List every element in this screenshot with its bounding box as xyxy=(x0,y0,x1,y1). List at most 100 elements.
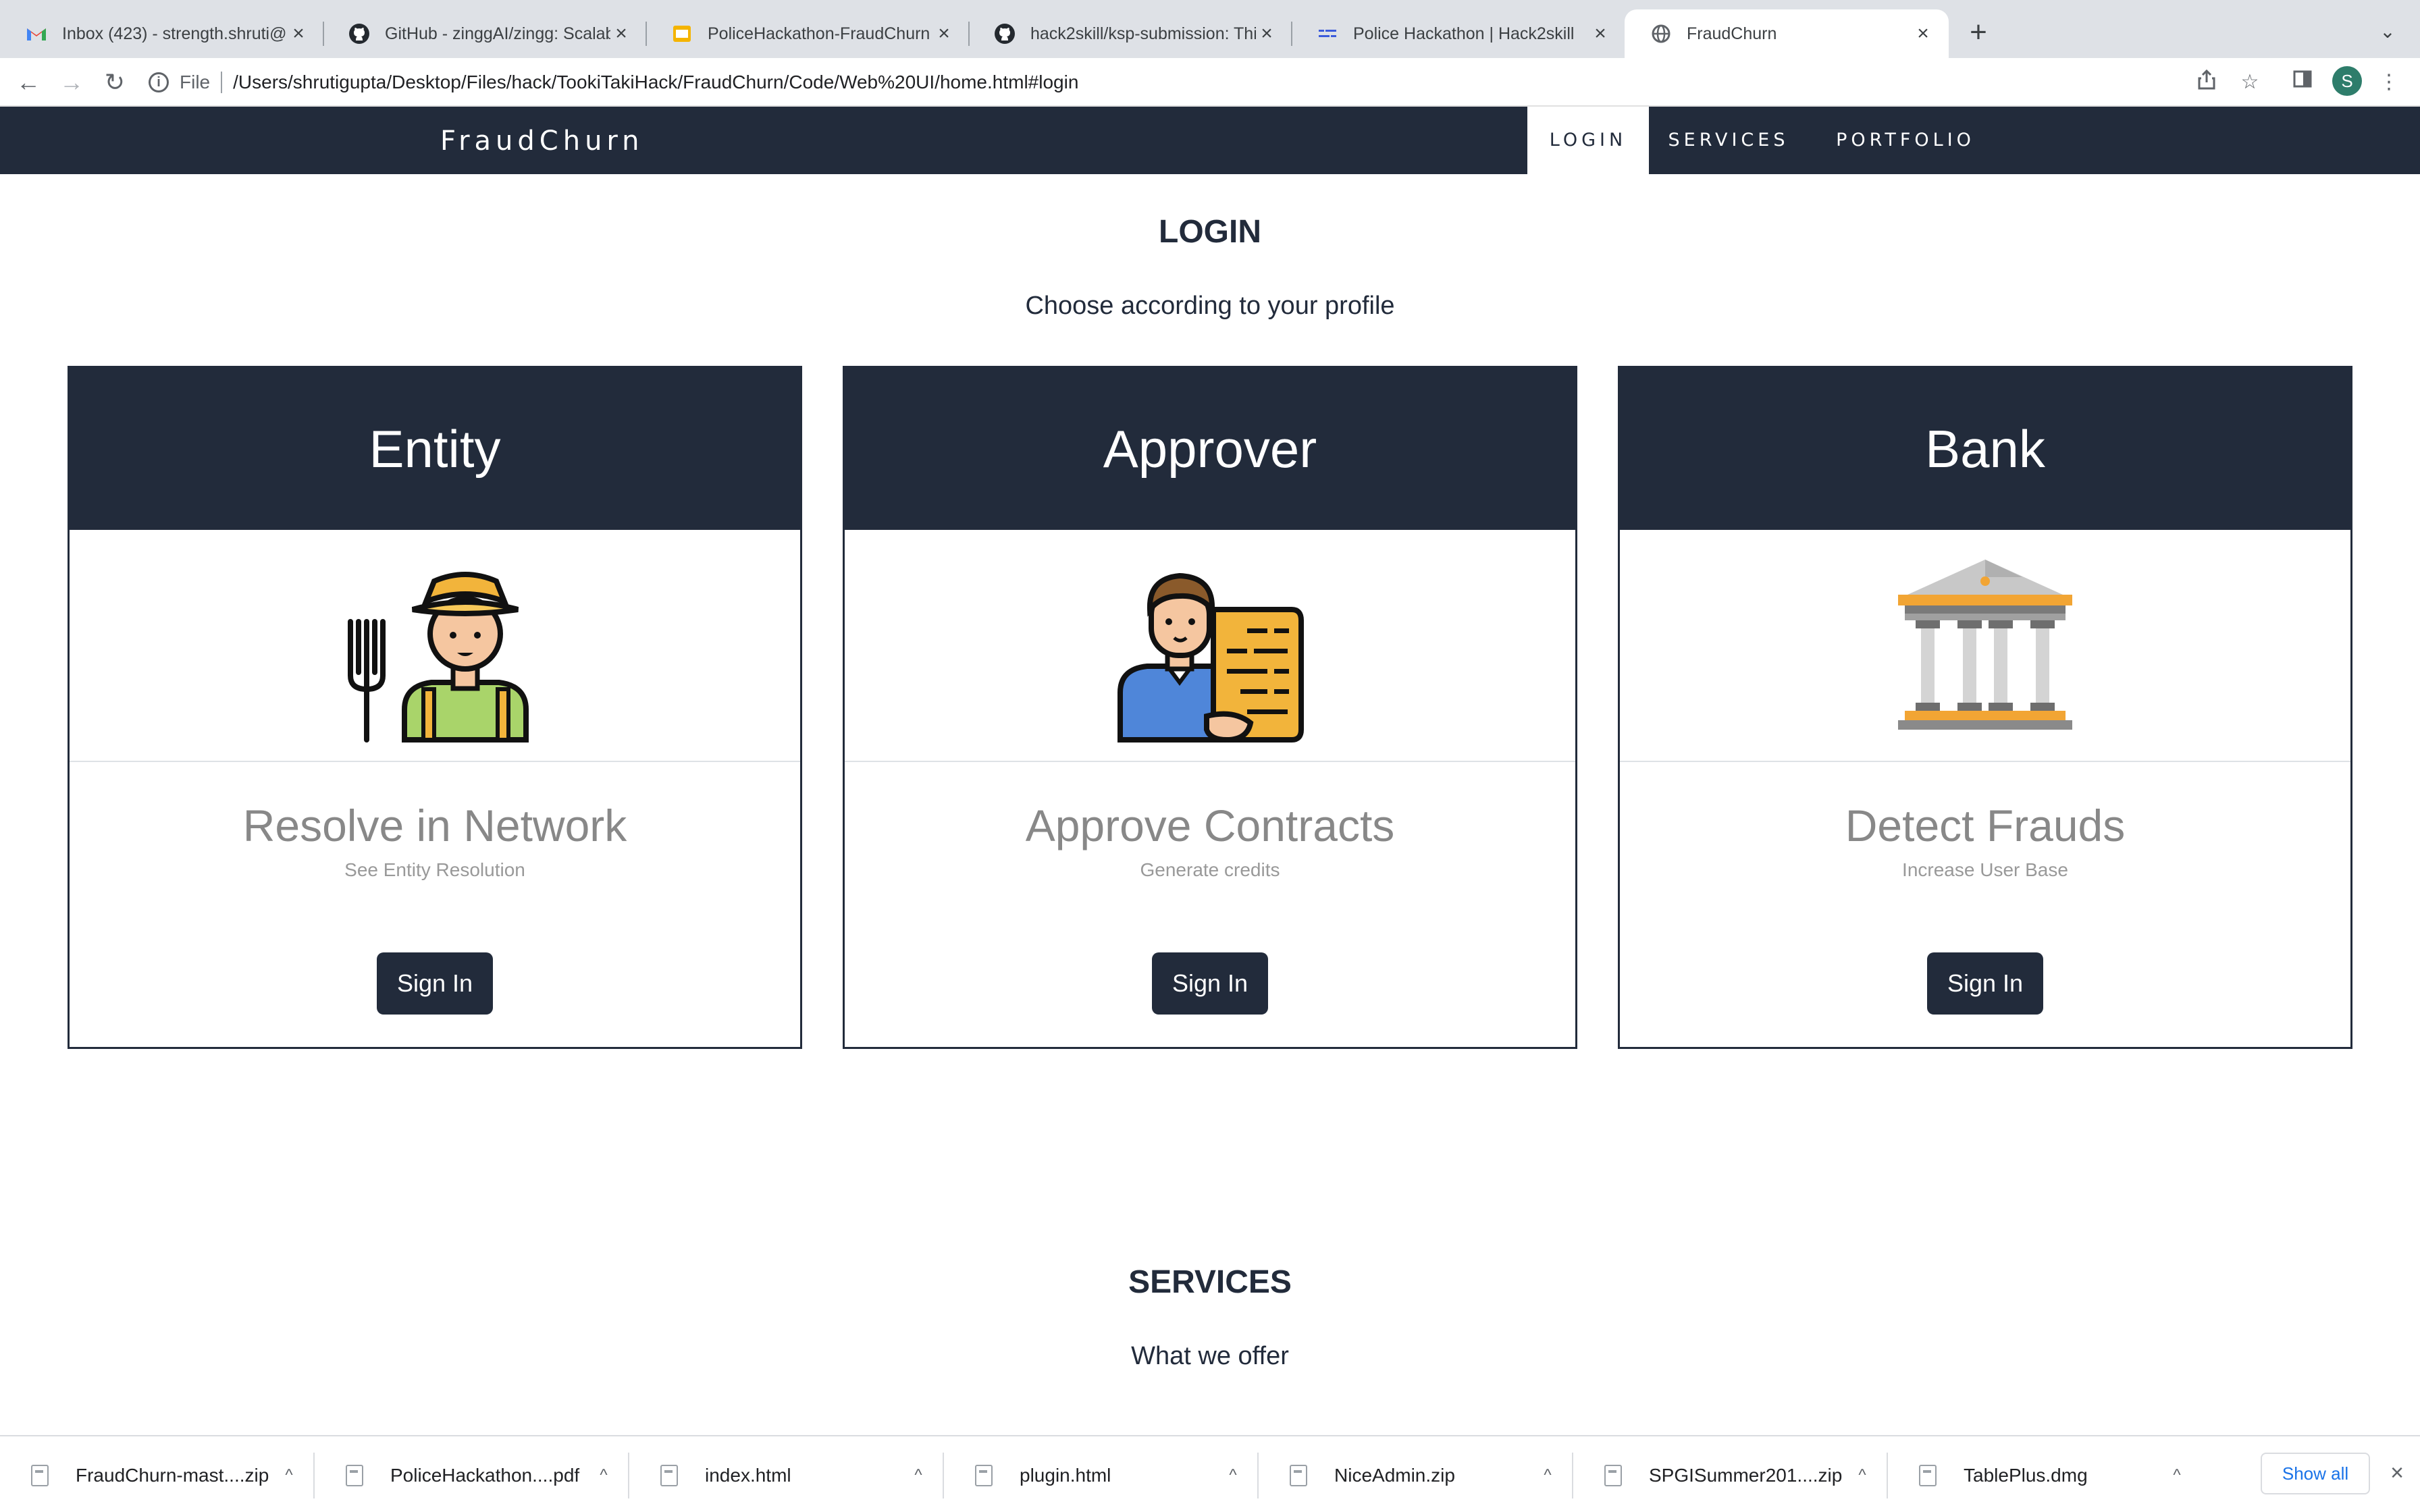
site-navbar: FraudChurn LOGIN SERVICES PORTFOLIO xyxy=(0,107,2420,174)
chevron-up-icon[interactable]: ^ xyxy=(1537,1466,1558,1485)
bank-sign-in-button[interactable]: Sign In xyxy=(1927,952,2043,1015)
chevron-up-icon[interactable]: ^ xyxy=(1851,1466,1873,1485)
address-bar[interactable]: i File /Users/shrutigupta/Desktop/Files/… xyxy=(149,66,2269,99)
approver-card: Approver Approve Contracts Generate cred… xyxy=(843,366,1577,1049)
download-item[interactable]: PoliceHackathon....pdf ^ xyxy=(346,1447,629,1504)
gmail-icon xyxy=(26,23,47,45)
divider xyxy=(1257,1453,1259,1498)
card-image xyxy=(1620,530,2350,762)
download-filename: index.html xyxy=(705,1465,791,1486)
card-header: Bank xyxy=(1620,368,2350,530)
new-tab-icon[interactable]: + xyxy=(1962,18,1995,50)
tab-fraudchurn[interactable]: FraudChurn × xyxy=(1625,9,1949,58)
tab-hack2skill[interactable]: Police Hackathon | Hack2skill × xyxy=(1291,9,1626,58)
download-item[interactable]: FraudChurn-mast....zip ^ xyxy=(31,1447,315,1504)
tab-strip: Inbox (423) - strength.shruti@ × GitHub … xyxy=(0,0,2420,58)
menu-kebab-icon[interactable]: ⋮ xyxy=(2375,69,2402,96)
side-panel-icon[interactable] xyxy=(2289,69,2316,96)
download-item[interactable]: SPGISummer201....zip ^ xyxy=(1604,1447,1888,1504)
scheme-label: File xyxy=(180,72,211,92)
nav-login[interactable]: LOGIN xyxy=(1527,107,1649,174)
zip-file-icon xyxy=(1604,1465,1622,1486)
card-description: Generate credits xyxy=(1140,859,1280,880)
pdf-file-icon xyxy=(346,1465,363,1486)
chevron-up-icon[interactable]: ^ xyxy=(278,1466,300,1485)
entity-sign-in-button[interactable]: Sign In xyxy=(377,952,493,1015)
login-heading: LOGIN xyxy=(1159,214,1261,250)
tab-github-zingg[interactable]: GitHub - zinggAI/zingg: Scalab × xyxy=(323,9,647,58)
close-icon[interactable]: × xyxy=(933,23,955,45)
services-subheading: What we offer xyxy=(1131,1342,1289,1370)
forward-icon[interactable]: → xyxy=(57,68,86,97)
card-header: Approver xyxy=(845,368,1575,530)
html-file-icon xyxy=(975,1465,993,1486)
download-item[interactable]: NiceAdmin.zip ^ xyxy=(1290,1447,1573,1504)
tab-slides[interactable]: PoliceHackathon-FraudChurn × xyxy=(646,9,970,58)
card-title: Detect Frauds xyxy=(1845,801,2126,850)
tab-gmail[interactable]: Inbox (423) - strength.shruti@ × xyxy=(0,9,324,58)
show-all-button[interactable]: Show all xyxy=(2261,1453,2370,1494)
login-subheading: Choose according to your profile xyxy=(1025,292,1395,320)
github-icon xyxy=(994,23,1016,45)
html-file-icon xyxy=(660,1465,678,1486)
divider xyxy=(1572,1453,1573,1498)
farmer-icon xyxy=(348,572,529,742)
nav-portfolio[interactable]: PORTFOLIO xyxy=(1808,107,2003,174)
bookmark-star-icon[interactable]: ☆ xyxy=(2236,69,2263,96)
tab-title: hack2skill/ksp-submission: Thi xyxy=(1030,24,1256,43)
download-filename: PoliceHackathon....pdf xyxy=(390,1465,580,1486)
download-item[interactable]: TablePlus.dmg ^ xyxy=(1919,1447,2188,1504)
reload-icon[interactable]: ↻ xyxy=(100,68,130,97)
hack2skill-icon xyxy=(1317,23,1338,45)
download-filename: NiceAdmin.zip xyxy=(1334,1465,1455,1486)
tab-title: PoliceHackathon-FraudChurn xyxy=(708,24,930,43)
close-icon[interactable]: × xyxy=(288,23,309,45)
bank-card: Bank Detect Frauds Increase User Base Si… xyxy=(1618,366,2352,1049)
close-icon[interactable]: × xyxy=(2384,1459,2411,1486)
divider xyxy=(1887,1453,1888,1498)
bank-icon xyxy=(1898,560,2072,730)
chevron-down-icon[interactable]: ⌄ xyxy=(2377,20,2398,42)
site-brand[interactable]: FraudChurn xyxy=(440,126,644,157)
card-image xyxy=(845,530,1575,762)
tab-title: Police Hackathon | Hack2skill xyxy=(1353,24,1575,43)
close-icon[interactable]: × xyxy=(1912,23,1934,45)
card-header: Entity xyxy=(70,368,800,530)
dmg-file-icon xyxy=(1919,1465,1937,1486)
back-icon[interactable]: ← xyxy=(14,68,43,97)
browser-toolbar: ← → ↻ i File /Users/shrutigupta/Desktop/… xyxy=(0,58,2420,107)
download-filename: FraudChurn-mast....zip xyxy=(76,1465,269,1486)
chevron-up-icon[interactable]: ^ xyxy=(1222,1466,1244,1485)
close-icon[interactable]: × xyxy=(1589,23,1611,45)
chevron-up-icon[interactable]: ^ xyxy=(593,1466,614,1485)
download-filename: TablePlus.dmg xyxy=(1964,1465,2088,1486)
close-icon[interactable]: × xyxy=(1256,23,1278,45)
chevron-up-icon[interactable]: ^ xyxy=(908,1466,929,1485)
download-item[interactable]: plugin.html ^ xyxy=(975,1447,1259,1504)
download-filename: SPGISummer201....zip xyxy=(1649,1465,1843,1486)
chevron-up-icon[interactable]: ^ xyxy=(2166,1466,2188,1485)
downloads-shelf: FraudChurn-mast....zip ^ PoliceHackathon… xyxy=(0,1435,2420,1512)
divider xyxy=(943,1453,944,1498)
close-icon[interactable]: × xyxy=(610,23,632,45)
card-title: Resolve in Network xyxy=(242,801,627,850)
share-icon[interactable] xyxy=(2193,69,2220,96)
card-image xyxy=(70,530,800,762)
card-description: See Entity Resolution xyxy=(344,859,525,880)
tab-title: GitHub - zinggAI/zingg: Scalab xyxy=(385,24,610,43)
download-filename: plugin.html xyxy=(1020,1465,1111,1486)
approver-sign-in-button[interactable]: Sign In xyxy=(1152,952,1268,1015)
github-icon xyxy=(348,23,370,45)
divider xyxy=(628,1453,629,1498)
tab-title: Inbox (423) - strength.shruti@ xyxy=(62,24,287,43)
divider xyxy=(221,72,223,93)
globe-icon xyxy=(1650,23,1672,45)
url-text[interactable]: /Users/shrutigupta/Desktop/Files/hack/To… xyxy=(233,72,1078,93)
entity-card: Entity Resolve in Network See Entity Res… xyxy=(68,366,802,1049)
download-item[interactable]: index.html ^ xyxy=(660,1447,944,1504)
tab-github-ksp[interactable]: hack2skill/ksp-submission: Thi × xyxy=(968,9,1292,58)
avatar[interactable]: S xyxy=(2332,66,2362,96)
info-icon[interactable]: i xyxy=(149,72,169,92)
nav-services[interactable]: SERVICES xyxy=(1649,107,1808,174)
file-icon xyxy=(31,1465,49,1486)
